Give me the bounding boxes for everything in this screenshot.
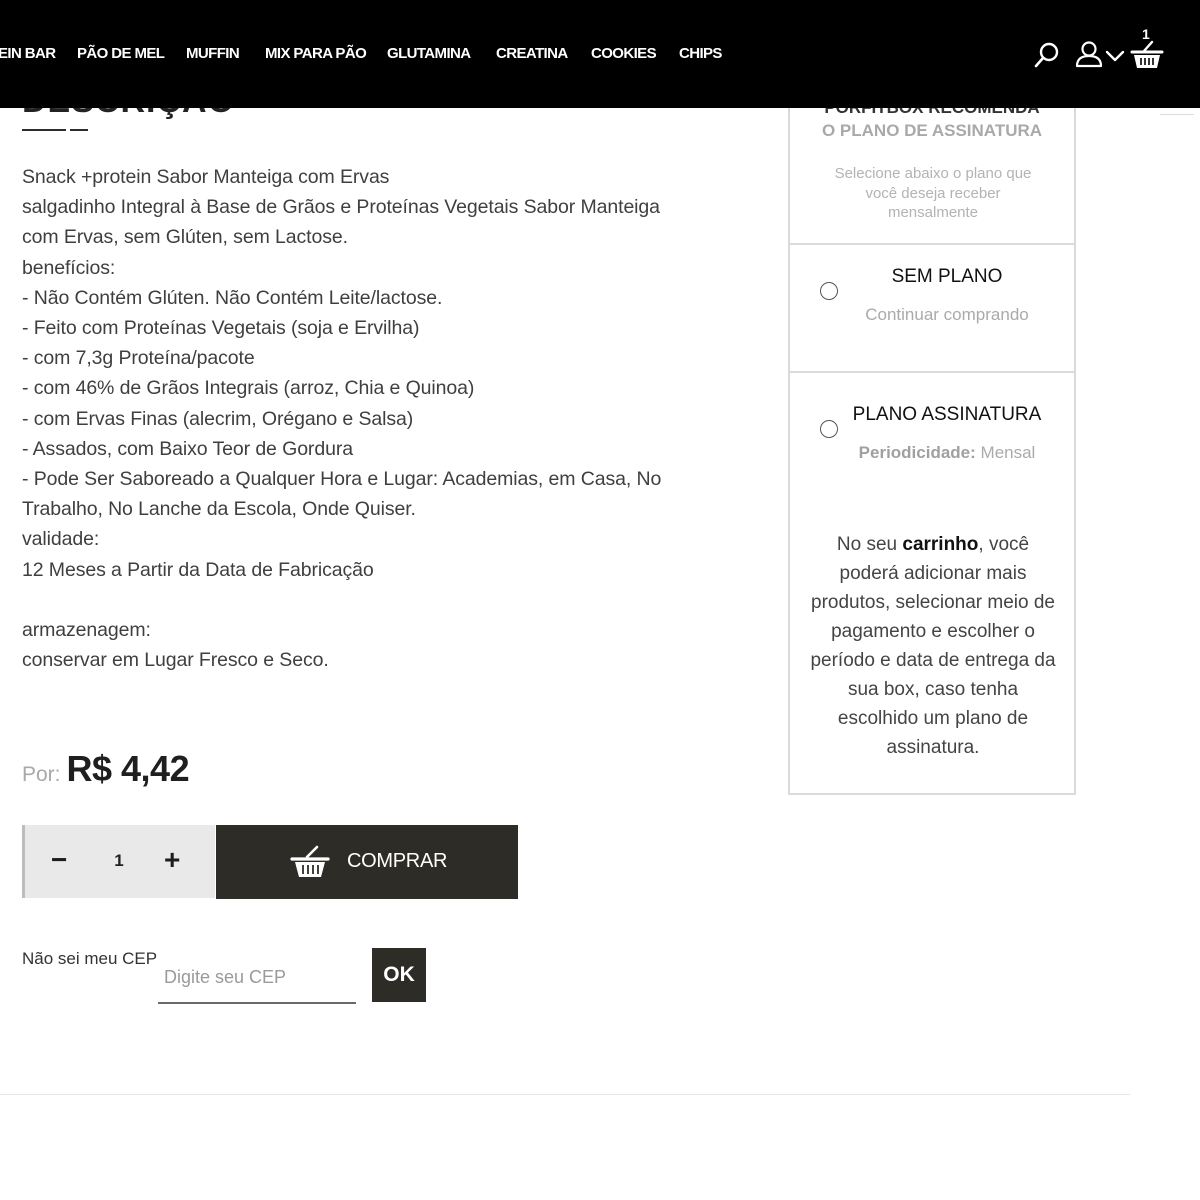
edge-divider [1160, 114, 1194, 115]
nav-item-cookies[interactable]: COOKIES [591, 45, 657, 62]
user-icon[interactable] [1075, 40, 1103, 73]
description-line: - com Ervas Finas (alecrim, Orégano e Sa… [22, 407, 414, 430]
nav-item-muffin[interactable]: MUFFIN [186, 45, 240, 62]
description-line: armazenagem: [22, 619, 151, 642]
cep-ok-button[interactable]: OK [372, 948, 426, 1002]
buy-button[interactable]: COMPRAR [216, 825, 518, 899]
quantity-stepper: − 1 + [22, 825, 215, 898]
cart-count-badge: 1 [1142, 26, 1150, 42]
plan-subscription-radio[interactable] [820, 420, 838, 438]
plan-subscription-period: Periodicidade: Mensal [852, 443, 1042, 463]
heading-underline-accent [70, 129, 88, 131]
description-line: salgadinho Integral à Base de Grãos e Pr… [22, 196, 660, 219]
description-line: com Ervas, sem Glúten, sem Lactose. [22, 226, 348, 249]
nav-item-protein-bar[interactable]: EIN BAR [0, 45, 56, 62]
panel-divider [790, 243, 1074, 245]
description-line: conservar em Lugar Fresco e Seco. [22, 649, 329, 672]
recommend-note: Selecione abaixo o plano que você deseja… [834, 165, 1032, 221]
plan-none-radio[interactable] [820, 282, 838, 300]
description-line: - Pode Ser Saboreado a Qualquer Hora e L… [22, 468, 662, 491]
plan-none-subtitle: Continuar comprando [865, 305, 1029, 324]
cart-info-text: No seu carrinho, você poderá adicionar m… [806, 530, 1060, 762]
subscription-panel: PORFITBOX RECOMENDA O PLANO DE ASSINATUR… [788, 70, 1076, 795]
plan-subscription-title[interactable]: PLANO ASSINATURA [852, 404, 1042, 426]
period-value: Mensal [980, 443, 1036, 462]
basket-icon [290, 845, 330, 884]
description-line [22, 585, 742, 615]
decrease-quantity-button[interactable]: − [51, 845, 67, 875]
buy-button-label: COMPRAR [347, 850, 448, 872]
description-line: - Feito com Proteínas Vegetais (soja e E… [22, 317, 420, 340]
product-description: Snack +protein Sabor Manteiga com Ervas … [22, 162, 742, 675]
description-line: - com 46% de Grãos Integrais (arroz, Chi… [22, 377, 475, 400]
nav-item-chips[interactable]: CHIPS [679, 45, 722, 62]
cart-icon[interactable] [1130, 40, 1164, 75]
recommend-subtitle: O PLANO DE ASSINATURA [821, 121, 1043, 140]
description-line: - Assados, com Baixo Teor de Gordura [22, 437, 353, 460]
heading-underline [22, 129, 66, 131]
cart-info-bold: carrinho [902, 534, 979, 555]
description-line: validade: [22, 528, 100, 551]
description-line: 12 Meses a Partir da Data de Fabricação [22, 558, 374, 581]
quantity-value[interactable]: 1 [112, 851, 126, 871]
description-line: benefícios: [22, 256, 116, 279]
price-value: R$ 4,42 [66, 748, 190, 789]
nav-item-glutamina[interactable]: GLUTAMINA [387, 45, 471, 62]
description-line: - com 7,3g Proteína/pacote [22, 347, 255, 370]
description-line: Snack +protein Sabor Manteiga com Ervas [22, 166, 390, 188]
section-divider [0, 1094, 1130, 1095]
price-prefix: Por: [22, 763, 61, 786]
chevron-down-icon[interactable] [1105, 49, 1125, 68]
description-line: Trabalho, No Lanche da Escola, Onde Quis… [22, 498, 416, 521]
description-line: - Não Contém Glúten. Não Contém Leite/la… [22, 286, 443, 309]
unknown-cep-link[interactable]: Não sei meu CEP [22, 949, 157, 969]
increase-quantity-button[interactable]: + [164, 845, 180, 875]
cep-input[interactable] [158, 952, 356, 1004]
cart-info-post: , você poderá adicionar mais produtos, s… [810, 534, 1056, 758]
top-navigation-bar: EIN BAR PÃO DE MEL MUFFIN MIX PARA PÃO G… [0, 0, 1200, 108]
nav-item-creatina[interactable]: CREATINA [496, 45, 568, 62]
nav-item-mix-para-pao[interactable]: MIX PARA PÃO [265, 45, 367, 62]
cart-info-pre: No seu [836, 534, 903, 555]
search-icon[interactable] [1033, 41, 1061, 74]
nav-item-pao-de-mel[interactable]: PÃO DE MEL [77, 45, 165, 62]
period-label: Periodicidade: [858, 443, 976, 462]
price-row: Por: R$ 4,42 [22, 748, 190, 790]
panel-divider [790, 371, 1074, 373]
plan-none-title[interactable]: SEM PLANO [852, 266, 1042, 288]
